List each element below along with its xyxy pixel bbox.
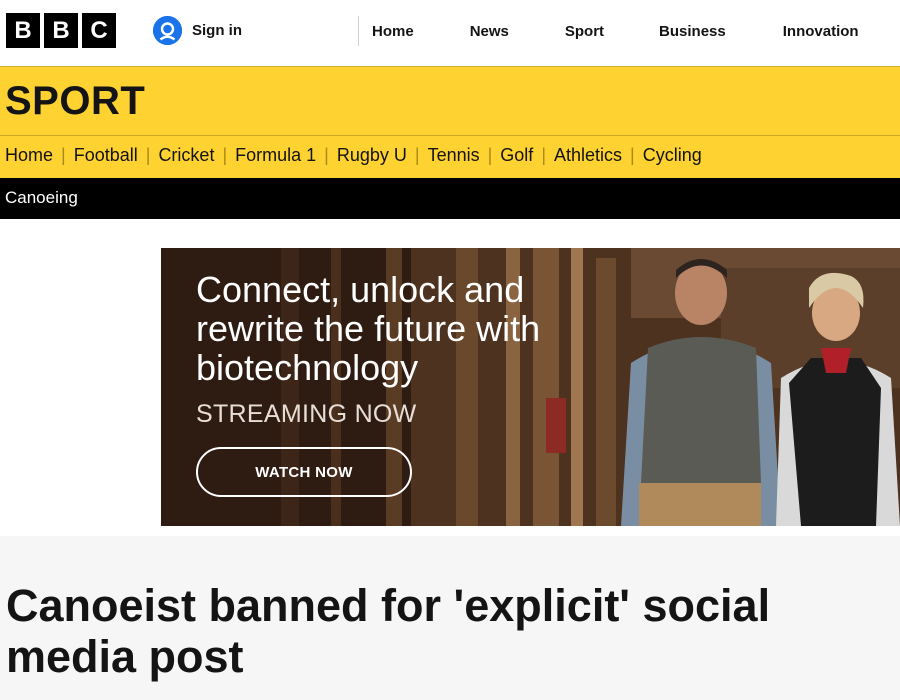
ad-subtext: STREAMING NOW [196,400,417,428]
sport-title[interactable]: SPORT [5,79,145,124]
article-header: Canoeist banned for 'explicit' social me… [0,536,900,700]
nav-separator: | [487,145,493,165]
sub-navigation: Canoeing [0,178,900,219]
nav-separator: | [222,145,228,165]
sport-nav-rugby-union[interactable]: Rugby U [337,145,407,166]
nav-separator: | [414,145,420,165]
watch-now-button[interactable]: WATCH NOW [196,447,412,497]
sport-nav-tennis[interactable]: Tennis [428,145,480,166]
sport-nav-golf[interactable]: Golf [500,145,533,166]
topnav-business[interactable]: Business [659,23,726,40]
masthead: B B C Sign in Home News Sport Business I… [0,0,900,66]
topnav-divider [358,16,359,46]
advert-banner[interactable]: Connect, unlock and rewrite the future w… [161,248,900,526]
sport-nav-football[interactable]: Football [74,145,138,166]
subnav-canoeing[interactable]: Canoeing [5,188,78,208]
topnav-news[interactable]: News [470,23,509,40]
topnav-home[interactable]: Home [372,23,414,40]
bbc-logo-block-b2: B [44,13,78,48]
sport-nav-cricket[interactable]: Cricket [158,145,214,166]
bbc-logo[interactable]: B B C [6,13,116,48]
topnav-sport[interactable]: Sport [565,23,604,40]
article-headline: Canoeist banned for 'explicit' social me… [6,580,771,682]
sport-nav-formula-1[interactable]: Formula 1 [235,145,316,166]
bbc-logo-block-b1: B [6,13,40,48]
nav-separator: | [61,145,66,165]
sign-in-label: Sign in [192,22,242,39]
nav-separator: | [145,145,151,165]
topnav-innovation[interactable]: Innovation [783,23,859,40]
nav-separator: | [324,145,329,165]
sport-divider [0,135,900,136]
ad-headline: Connect, unlock and rewrite the future w… [196,269,541,388]
nav-separator: | [541,145,546,165]
bbc-logo-block-c: C [82,13,116,48]
sign-in-link[interactable]: Sign in [153,16,242,45]
top-navigation: Home News Sport Business Innovation [360,0,859,62]
sport-nav-cycling[interactable]: Cycling [643,145,702,166]
user-icon [153,16,182,45]
sport-nav-athletics[interactable]: Athletics [554,145,622,166]
sport-navigation: Home | Football | Cricket | Formula 1 | … [5,145,702,166]
sport-header: SPORT Home | Football | Cricket | Formul… [0,66,900,178]
sport-nav-home[interactable]: Home [5,145,53,166]
nav-separator: | [630,145,635,165]
